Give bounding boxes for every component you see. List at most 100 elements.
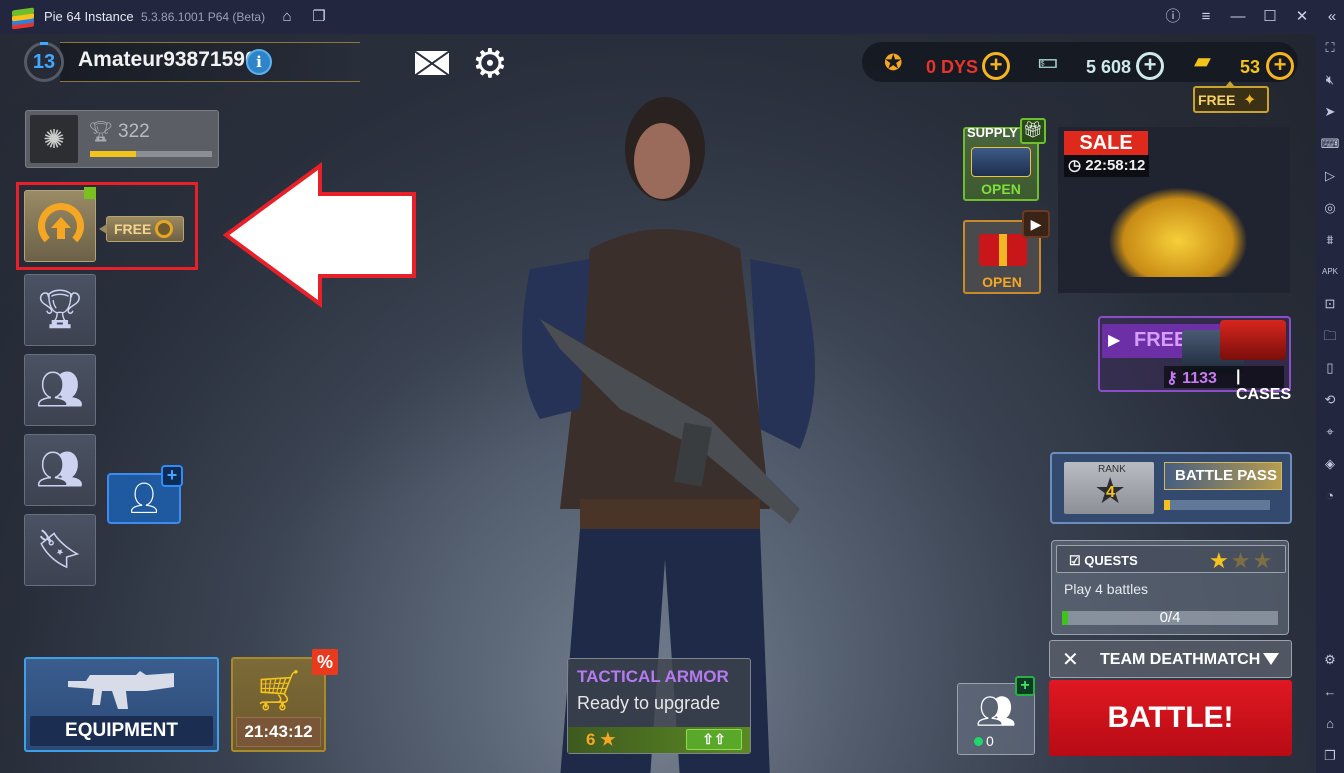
info-icon[interactable]: i (246, 49, 272, 75)
rifle-icon (68, 671, 174, 709)
upgrade-footer: 6 ★ ⇧⇧ (568, 727, 750, 753)
install-apk-icon[interactable]: APK (1320, 262, 1340, 282)
rotate-sync-icon[interactable]: ◎ (1320, 198, 1340, 218)
missions-button[interactable]: 🔖︎ (24, 514, 96, 586)
quest-description: Play 4 battles (1064, 581, 1149, 597)
separator: | (1236, 368, 1241, 385)
folder-icon[interactable]: 🗀︎ (1320, 326, 1340, 346)
squad-online-count: 0 (974, 733, 994, 749)
rank-progress-fill (90, 151, 137, 157)
close-icon[interactable]: ✕ (1292, 7, 1312, 27)
upgrade-level-value: 6 (586, 730, 596, 749)
settings-icon[interactable]: ⚙ (1320, 650, 1340, 670)
video-clapper-icon: ▶ (1022, 210, 1050, 238)
rotate-icon[interactable]: ⟲ (1320, 390, 1340, 410)
multi-screen-icon[interactable]: ▯ (1320, 358, 1340, 378)
sale-label: SALE (1064, 131, 1148, 155)
home-icon[interactable]: ⌂ (277, 7, 297, 27)
fullscreen-icon[interactable]: ⛶ (1320, 38, 1340, 58)
quests-panel[interactable]: ☑ QUESTS ★★★ Play 4 battles 0/4 (1051, 540, 1289, 635)
quests-label-text: QUESTS (1084, 553, 1138, 568)
friends-button[interactable]: 👥︎ (24, 434, 96, 506)
sale-offer-button[interactable]: SALE ◷ 22:58:12 (1058, 127, 1290, 293)
screenshot-icon[interactable]: ⊡ (1320, 294, 1340, 314)
add-friend-button[interactable]: 👤︎ + (107, 465, 183, 524)
bluestacks-logo-icon (12, 7, 34, 30)
layers-icon[interactable]: ◈ (1320, 454, 1340, 474)
chevron-down-icon (1263, 653, 1279, 665)
home-icon[interactable]: ⌂ (1320, 714, 1340, 734)
window-titlebar: Pie 64 Instance 5.3.86.1001 P64 (Beta) ⌂… (0, 0, 1344, 34)
clock-icon: ◷ (1068, 157, 1086, 174)
quest-star-icon: ★ (1209, 548, 1231, 573)
spider-rank-emblem-icon: ✺ (30, 115, 78, 163)
battle-pass-button[interactable]: RANK ★ 4 BATTLE PASS (1050, 452, 1292, 524)
game-mode-dropdown[interactable]: ✕ TEAM DEATHMATCH (1049, 640, 1292, 678)
squad-icon: 👥︎ (975, 693, 1017, 729)
collapse-sidebar-icon[interactable]: « (1322, 7, 1342, 27)
free-elo-tag[interactable]: FREE (99, 216, 184, 242)
user-icon: 👤︎ (124, 482, 164, 515)
performance-icon[interactable]: ◔ (1320, 486, 1340, 506)
battle-button[interactable]: BATTLE! (1049, 680, 1292, 756)
upgrade-item-title: TACTICAL ARMOR (577, 667, 729, 686)
pointer-icon[interactable]: ➤ (1320, 102, 1340, 122)
sale-timer: ◷ 22:58:12 (1064, 155, 1150, 177)
currency-bar: ✪ 0 DYS + 💵︎ 5 608 + ▰ 53 + (862, 42, 1298, 82)
maximize-icon[interactable]: ☐ (1260, 7, 1280, 27)
sale-timer-value: 22:58:12 (1085, 157, 1146, 174)
red-gift-icon (979, 234, 1027, 266)
quest-star-icon: ★ (1230, 548, 1253, 573)
keys-value: 1133 (1182, 370, 1217, 387)
supply-open-label: OPEN (981, 181, 1021, 197)
equipment-label: EQUIPMENT (30, 716, 213, 746)
help-icon[interactable]: ⓘ (1163, 7, 1183, 27)
leaderboard-button[interactable]: 🏆︎ (24, 274, 96, 346)
keyboard-icon[interactable]: ⌨ (1320, 134, 1340, 154)
add-cash-button[interactable]: + (1136, 52, 1164, 80)
upgrade-arrows-button[interactable]: ⇧⇧ (686, 729, 742, 750)
trophy-icon: 🏆︎ (88, 121, 114, 143)
clan-button[interactable]: 👥︎ (24, 354, 96, 426)
quest-stars: ★★★ (1209, 548, 1274, 574)
elo-coin-icon (155, 220, 173, 238)
recent-apps-icon[interactable]: ❐ (1320, 746, 1340, 766)
volume-mute-icon[interactable]: 🔇︎ (1320, 70, 1340, 90)
supply-crate-icon (971, 147, 1031, 177)
quest-star-icon: ★ (1252, 548, 1275, 573)
free-cases-button[interactable]: ▶ FREE ⚷ 1133 | CASES (1098, 316, 1291, 403)
minimize-icon[interactable]: — (1228, 7, 1248, 27)
player-username[interactable]: Amateur93871590 (78, 48, 257, 72)
elo-rank-button[interactable] (24, 190, 96, 262)
equipment-button[interactable]: EQUIPMENT (24, 657, 219, 752)
add-squad-plus-icon[interactable]: + (1015, 676, 1035, 696)
video-gift-open-label: OPEN (982, 274, 1022, 290)
battle-pass-progress-bar (1164, 500, 1270, 510)
gift-icon: 🎁︎ (1020, 118, 1046, 144)
menu-icon[interactable]: ≡ (1196, 7, 1216, 27)
quests-label: ☑ QUESTS (1069, 553, 1138, 568)
trophy-count: 322 (118, 121, 150, 142)
multi-instance-icon[interactable]: ❐ (309, 7, 329, 27)
cart-icon: 🛒︎ (253, 669, 304, 713)
gold-bar-icon: ▰ (1194, 48, 1211, 73)
star-icon: ★ (600, 730, 616, 749)
settings-gear-icon[interactable]: ⚙ (472, 44, 508, 84)
add-gold-button[interactable]: + (1266, 52, 1294, 80)
add-dys-button[interactable]: + (982, 52, 1010, 80)
cash-icon: 💵︎ (1038, 48, 1058, 73)
gold-briefcase-image (1108, 187, 1248, 277)
upgrade-card[interactable]: TACTICAL ARMOR Ready to upgrade 6 ★ ⇧⇧ (567, 658, 751, 754)
bookmark-check-icon: 🔖︎ (35, 529, 85, 571)
shake-icon[interactable]: ⩩ (1320, 230, 1340, 250)
video-clapper-icon: ▶ (1108, 332, 1121, 349)
discount-badge: % (312, 649, 338, 675)
emulator-sidebar: ⛶ 🔇︎ ➤ ⌨ ▷ ◎ ⩩ APK ⊡ 🗀︎ ▯ ⟲ ⌖ ◈ ◔ ⚙ ← ⌂ … (1316, 34, 1344, 773)
location-icon[interactable]: ⌖ (1320, 422, 1340, 442)
player-level-badge: 13 (24, 42, 64, 82)
mail-icon[interactable] (415, 51, 449, 75)
back-icon[interactable]: ← (1320, 682, 1340, 702)
free-gold-button[interactable]: FREE ✦ (1193, 81, 1269, 113)
macro-record-icon[interactable]: ▷ (1320, 166, 1340, 186)
rank-card[interactable]: ✺ 🏆︎ 322 (25, 110, 219, 168)
